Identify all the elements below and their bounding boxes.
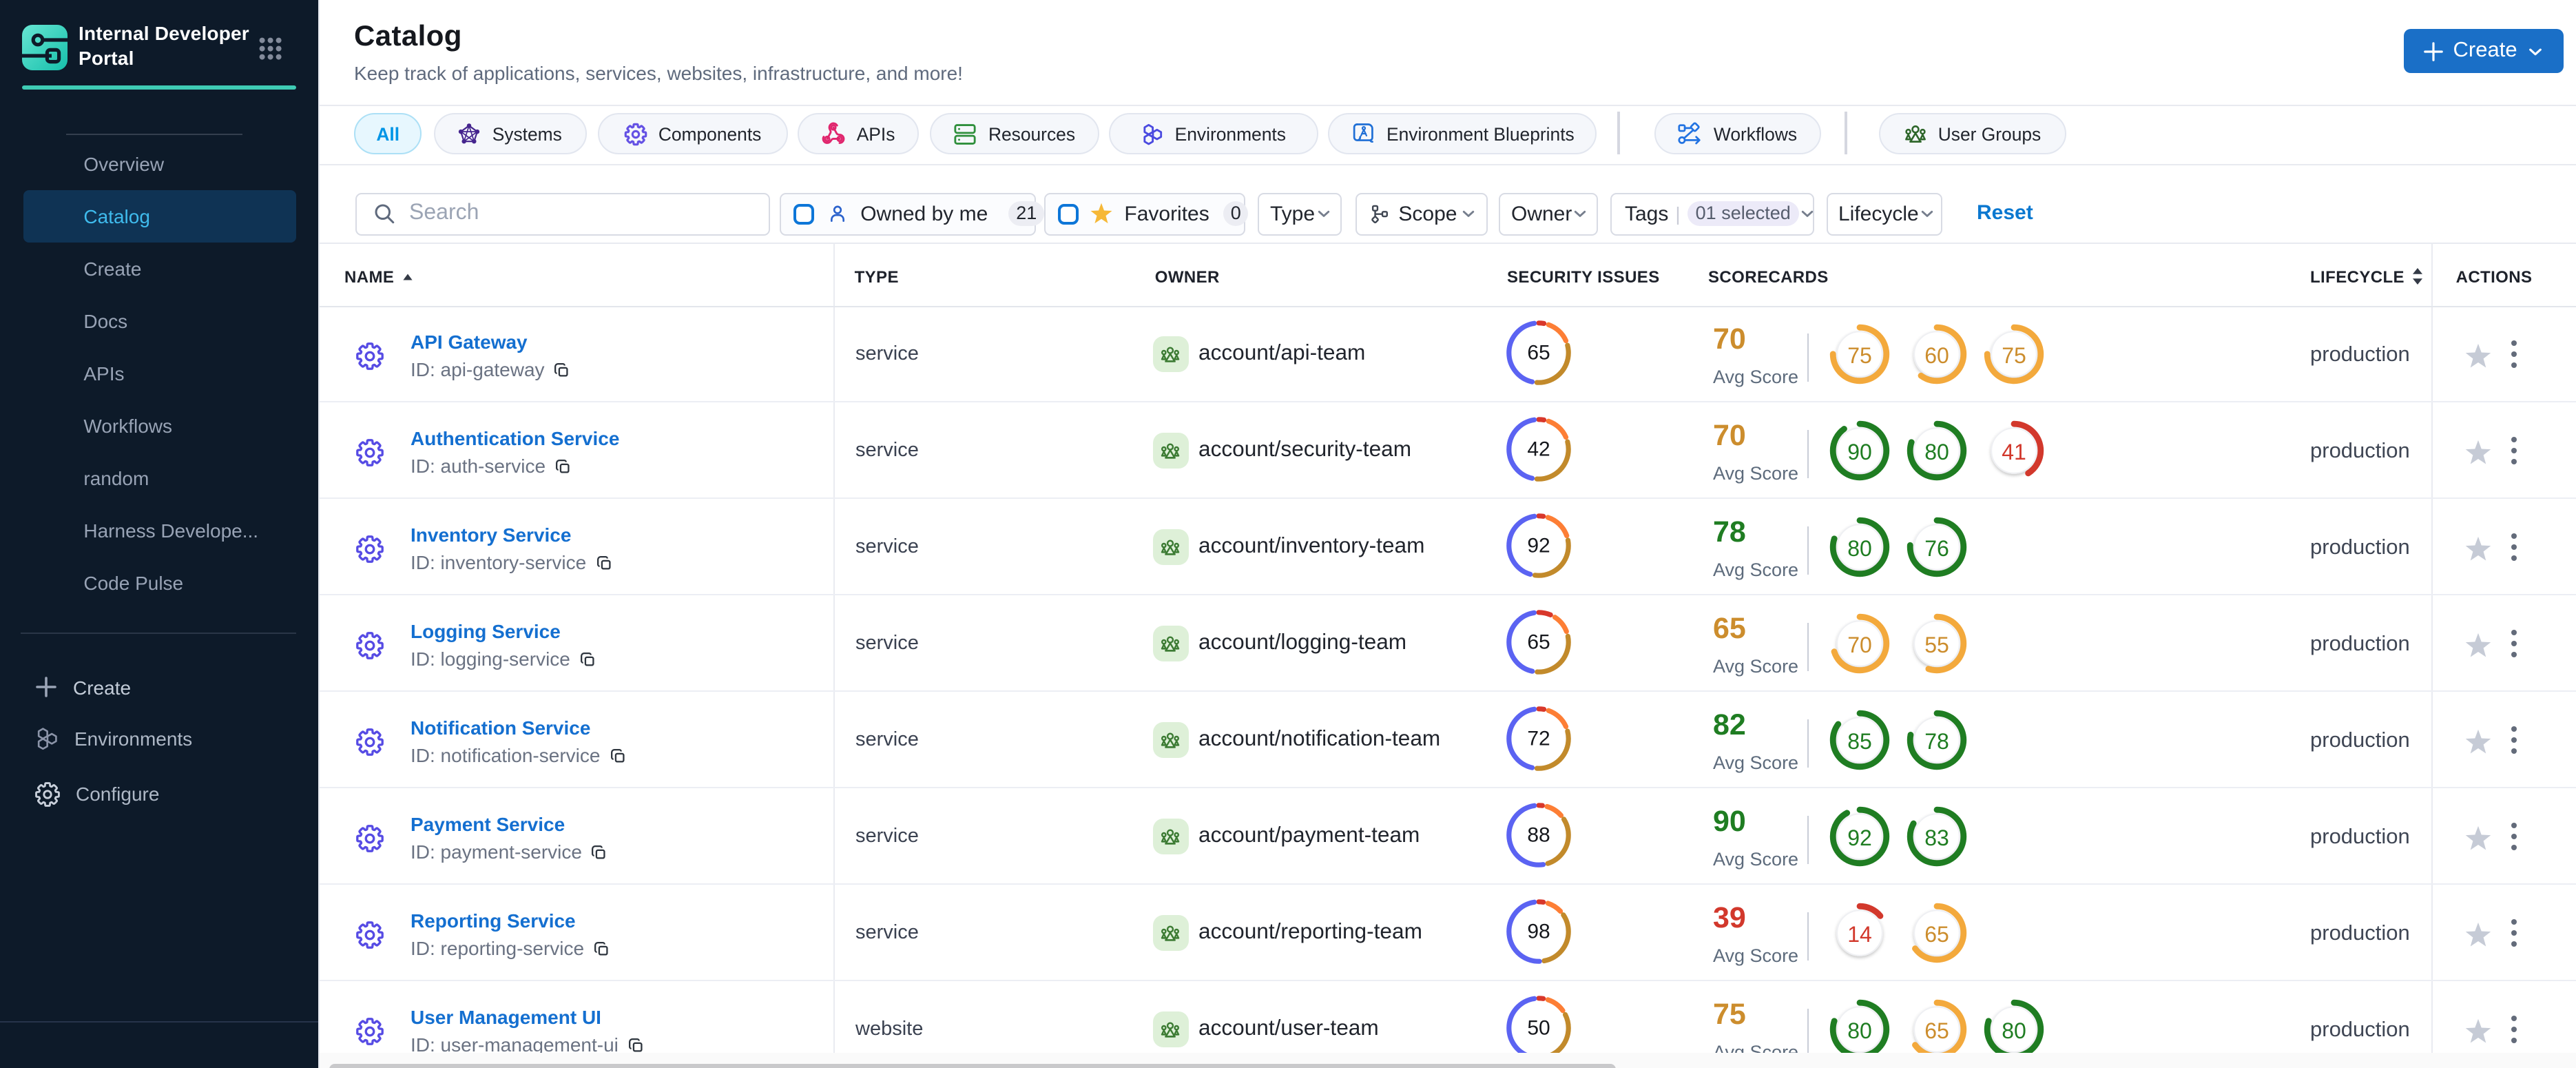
svg-text:80: 80	[1924, 440, 1949, 465]
svg-text:76: 76	[1924, 537, 1949, 562]
svg-text:80: 80	[1847, 1019, 1871, 1044]
svg-text:92: 92	[1847, 826, 1871, 851]
svg-text:65: 65	[1528, 630, 1550, 653]
svg-text:72: 72	[1528, 727, 1550, 750]
svg-text:92: 92	[1528, 534, 1550, 557]
svg-text:83: 83	[1924, 826, 1949, 851]
svg-text:75: 75	[1847, 344, 1871, 369]
svg-text:80: 80	[2001, 1019, 2026, 1044]
svg-text:41: 41	[2001, 440, 2026, 465]
svg-text:75: 75	[2001, 344, 2026, 369]
svg-text:88: 88	[1528, 823, 1550, 846]
svg-text:90: 90	[1847, 440, 1871, 465]
svg-text:14: 14	[1847, 923, 1871, 947]
svg-text:80: 80	[1847, 537, 1871, 562]
svg-text:85: 85	[1847, 730, 1871, 754]
svg-text:65: 65	[1924, 923, 1949, 947]
svg-text:50: 50	[1528, 1016, 1550, 1039]
svg-text:65: 65	[1528, 341, 1550, 364]
svg-text:98: 98	[1528, 920, 1550, 943]
svg-text:55: 55	[1924, 633, 1949, 658]
svg-text:70: 70	[1847, 633, 1871, 658]
svg-text:60: 60	[1924, 344, 1949, 369]
svg-text:65: 65	[1924, 1019, 1949, 1044]
svg-text:42: 42	[1528, 438, 1550, 460]
svg-text:78: 78	[1924, 730, 1949, 754]
